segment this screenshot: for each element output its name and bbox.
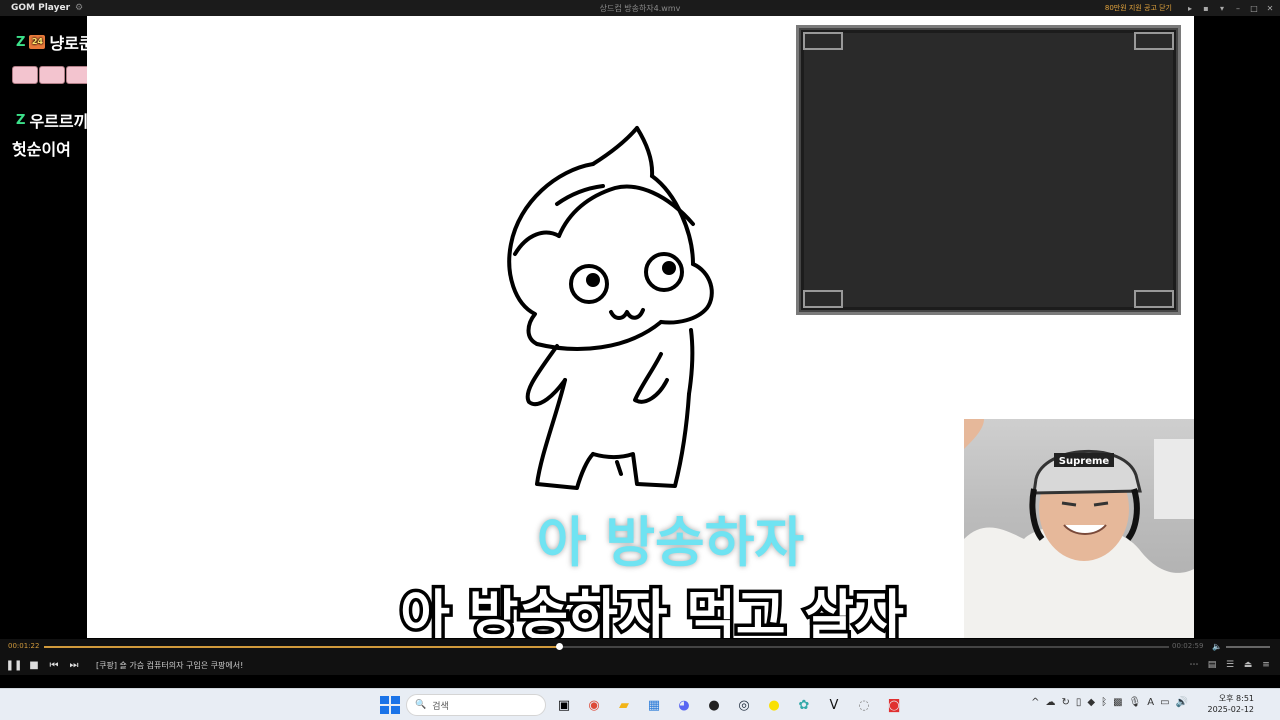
seek-bar[interactable]: 00:01:22 00:02:59 🔈 <box>0 639 1280 655</box>
clock-date: 2025-02-12 <box>1207 705 1255 714</box>
app-icon[interactable]: ✿ <box>792 693 816 717</box>
more-icon[interactable]: ⋯ <box>1188 660 1200 670</box>
pause-icon[interactable]: ❚❚ <box>4 660 24 671</box>
menu-icon[interactable]: ≡ <box>1260 660 1272 670</box>
level-badge-icon: 24 <box>29 35 46 49</box>
window-title: 상드컵 방송하자4.wmv <box>599 3 681 13</box>
search-placeholder: 검색 <box>432 701 449 712</box>
progress-track[interactable] <box>44 643 1169 650</box>
vegas-icon[interactable]: V <box>822 693 846 717</box>
progress-thumb[interactable] <box>556 643 564 650</box>
frame-corner <box>803 290 843 308</box>
cloud-icon[interactable]: ☁ <box>1045 697 1055 708</box>
taskbar-search[interactable]: 🔍 검색 <box>406 694 546 716</box>
total-time: 00:02:59 <box>1172 642 1204 650</box>
menu-chevron-icon[interactable]: ▾ <box>1218 4 1226 13</box>
equalizer-icon[interactable]: ☰ <box>1224 660 1236 670</box>
subscriber-z-icon: Z <box>16 112 26 128</box>
app-name: GOM Player <box>11 3 71 13</box>
file-explorer-icon[interactable]: ▰ <box>612 693 636 717</box>
windows-start-icon[interactable] <box>378 694 400 716</box>
nvidia-icon[interactable]: ▩ <box>1113 697 1122 708</box>
frame-corner <box>1134 290 1174 308</box>
frame-corner <box>1134 32 1174 50</box>
screen: GOM Player ⚙ 상드컵 방송하자4.wmv 80만원 지원 공고 닫기… <box>0 0 1280 720</box>
system-tray: ^ ☁ ↻ ▯ ◆ ᛒ ▩ 🎙 A ▭ 🔊 <box>1031 697 1188 708</box>
usb-icon[interactable]: ▯ <box>1076 697 1082 708</box>
network-icon[interactable]: ▭ <box>1160 697 1169 708</box>
pin-icon[interactable]: ▸ <box>1186 4 1194 13</box>
chat-user-line: Z 24 냥로쿤 <box>16 30 94 54</box>
ornate-frame <box>796 25 1181 315</box>
chrome-icon[interactable]: ◉ <box>582 693 606 717</box>
settings-gear-icon[interactable]: ⚙ <box>75 3 83 13</box>
emote-icon <box>12 66 38 84</box>
compact-mode-icon[interactable]: ▪ <box>1202 4 1210 13</box>
microphone-icon[interactable]: 🎙 <box>1129 697 1142 708</box>
task-view-icon[interactable]: ▣ <box>552 693 576 717</box>
bluetooth-icon[interactable]: ᛒ <box>1101 697 1107 708</box>
playlist-icon[interactable]: ▤ <box>1206 660 1218 670</box>
taskbar: 🔍 검색 ▣ ◉ ▰ ▦ ◕ ● ◎ ● ✿ V ◌ ◙ ^ ☁ ↻ ▯ ◆ ᛒ… <box>0 688 1280 720</box>
eject-icon[interactable]: ⏏ <box>1242 660 1254 670</box>
steam-icon[interactable]: ◎ <box>732 693 756 717</box>
streamer-figure: Supreme <box>964 419 1194 638</box>
taskbar-apps: 🔍 검색 ▣ ◉ ▰ ▦ ◕ ● ◎ ● ✿ V ◌ ◙ <box>378 693 906 717</box>
promo-link[interactable]: 80만원 지원 공고 닫기 <box>1105 3 1172 13</box>
volume-icon[interactable]: 🔈 <box>1212 642 1222 651</box>
discord-icon[interactable]: ◕ <box>672 693 696 717</box>
subscriber-z-icon: Z <box>16 34 26 50</box>
maximize-icon[interactable]: □ <box>1250 4 1258 13</box>
current-time: 00:01:22 <box>8 642 40 650</box>
cartoon-character <box>507 126 714 490</box>
title-bar: GOM Player ⚙ 상드컵 방송하자4.wmv 80만원 지원 공고 닫기… <box>0 0 1280 16</box>
kakaotalk-icon[interactable]: ● <box>762 693 786 717</box>
title-controls: 80만원 지원 공고 닫기 ▸ ▪ ▾ – □ ✕ <box>1105 0 1274 16</box>
volume-slider[interactable] <box>1226 646 1270 648</box>
video-area[interactable]: 아 방송하자 아 방송하자 먹고 살자 Supreme <box>87 16 1194 638</box>
progress-fill <box>44 646 560 648</box>
ad-banner[interactable]: [쿠팡] 숄 가슴 컴퓨터의자 구입은 쿠팡에서! <box>96 660 243 671</box>
calculator-icon[interactable]: ▦ <box>642 693 666 717</box>
clock-time: 오후 8:51 <box>1218 694 1254 703</box>
emote-row <box>12 66 92 84</box>
ime-icon[interactable]: A <box>1147 697 1154 708</box>
sync-icon[interactable]: ↻ <box>1061 697 1069 708</box>
webcam-overlay: Supreme <box>964 419 1194 638</box>
minimize-icon[interactable]: – <box>1234 4 1242 13</box>
chevron-up-icon[interactable]: ^ <box>1031 697 1039 708</box>
search-icon: 🔍 <box>415 700 427 710</box>
cap-logo: Supreme <box>1059 456 1110 467</box>
clock[interactable]: 오후 8:51 2025-02-12 <box>1208 693 1255 715</box>
previous-icon[interactable]: ⏮ <box>44 660 64 671</box>
obs-icon[interactable]: ● <box>702 693 726 717</box>
chat-message: 헛순이여 <box>12 140 71 159</box>
control-bar: ❚❚ ■ ⏮ ⏭ [쿠팡] 숄 가슴 컴퓨터의자 구입은 쿠팡에서! ⋯ ▤ ☰… <box>0 655 1280 675</box>
stop-icon[interactable]: ■ <box>24 660 44 671</box>
control-right: ⋯ ▤ ☰ ⏏ ≡ <box>1188 655 1272 675</box>
emote-icon <box>39 66 65 84</box>
speaker-icon[interactable]: 🔊 <box>1176 697 1188 708</box>
close-icon[interactable]: ✕ <box>1266 4 1274 13</box>
gom-player-icon[interactable]: ◙ <box>882 693 906 717</box>
next-icon[interactable]: ⏭ <box>64 660 84 671</box>
app-tray-icon[interactable]: ◆ <box>1087 697 1095 708</box>
app-icon[interactable]: ◌ <box>852 693 876 717</box>
frame-corner <box>803 32 843 50</box>
